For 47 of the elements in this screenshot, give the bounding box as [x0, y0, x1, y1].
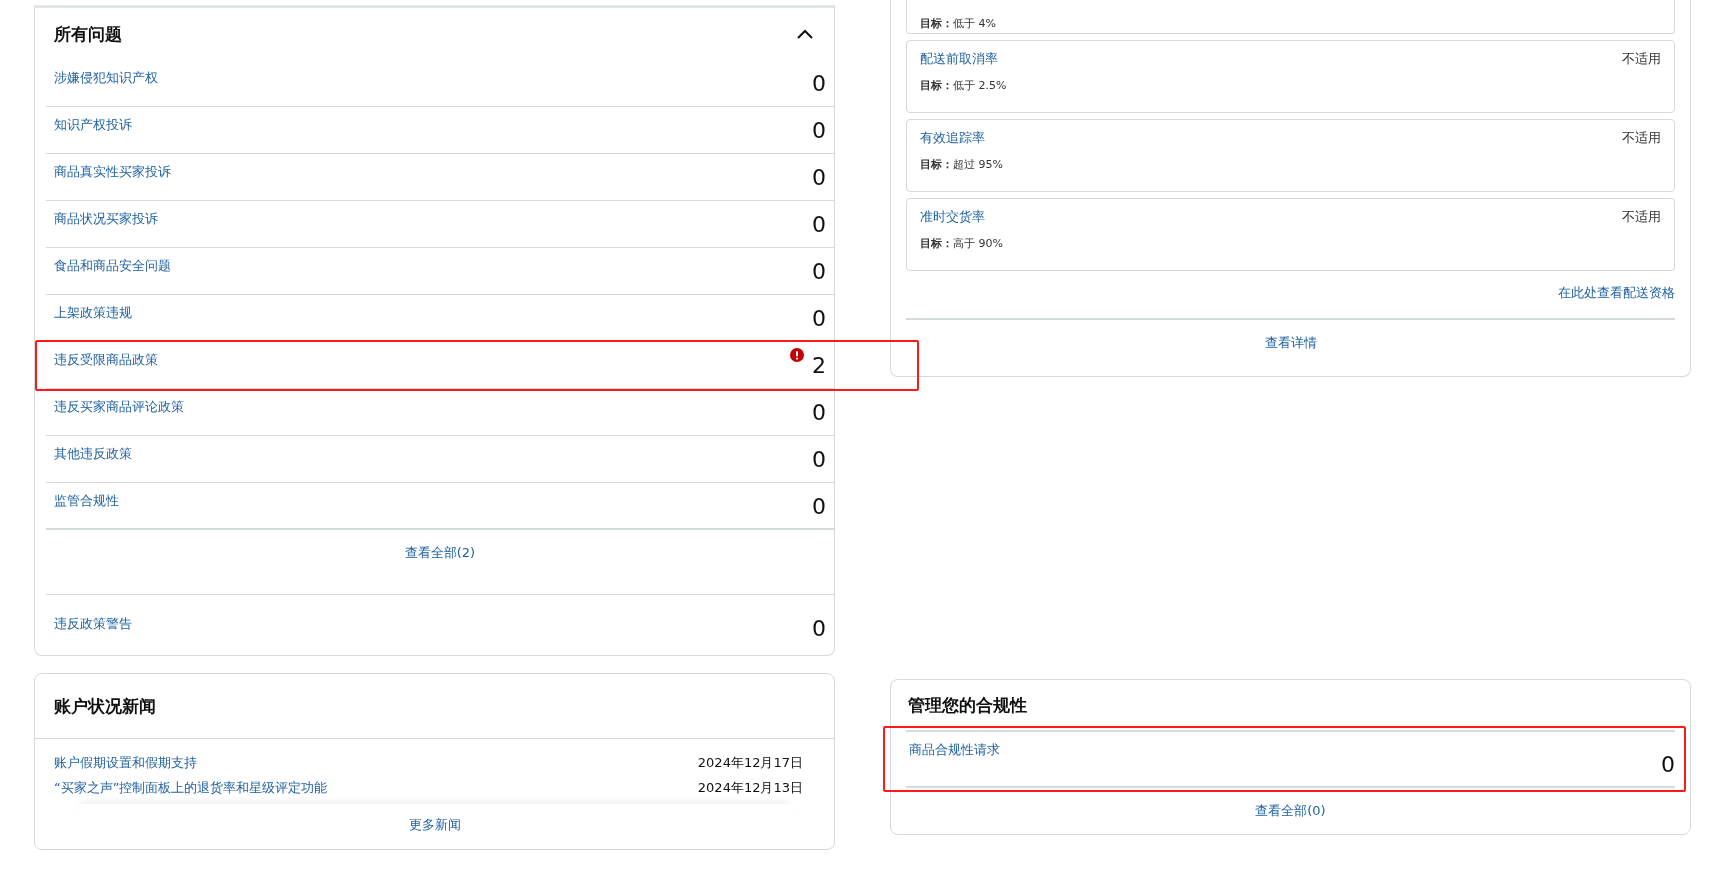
card-title: 所有问题 — [54, 22, 122, 46]
metric-status: 不适用 — [1622, 129, 1661, 147]
issue-count: 0 — [812, 214, 826, 236]
news-link[interactable]: “买家之声”控制面板上的退货率和星级评定功能 — [54, 778, 328, 797]
issue-link[interactable]: 商品真实性买家投诉 — [54, 163, 171, 181]
issue-link[interactable]: 违反买家商品评论政策 — [54, 398, 184, 416]
metric-target: 目标：低于 2.5% — [920, 79, 1007, 92]
issue-link[interactable]: 违反受限商品政策 — [54, 351, 158, 369]
more-news-link[interactable]: 更多新闻 — [408, 817, 461, 832]
view-all-link[interactable]: 查看全部(0) — [1255, 803, 1326, 818]
compliance-count: 0 — [1661, 754, 1675, 776]
metric-status: 不适用 — [1622, 50, 1661, 68]
issue-count: 0 — [812, 618, 826, 640]
compliance-link[interactable]: 商品合规性请求 — [909, 741, 1000, 759]
card-title: 管理您的合规性 — [908, 693, 1027, 717]
issue-count: 0 — [812, 120, 826, 142]
news-link[interactable]: 账户假期设置和假期支持 — [54, 753, 197, 772]
news-date: 2024年12月13日 — [697, 778, 803, 797]
issue-link[interactable]: 违反政策警告 — [54, 615, 132, 633]
issue-link[interactable]: 知识产权投诉 — [54, 116, 132, 134]
issue-link[interactable]: 上架政策违规 — [54, 304, 132, 322]
issue-count: 0 — [812, 73, 826, 95]
issue-link[interactable]: 商品状况买家投诉 — [54, 210, 158, 228]
issue-count: 0 — [812, 261, 826, 283]
metric-link[interactable]: 准时交货率 — [920, 208, 985, 226]
news-date: 2024年12月17日 — [697, 753, 803, 772]
metric-link[interactable]: 配送前取消率 — [920, 50, 998, 68]
issue-count: 0 — [812, 308, 826, 330]
eligibility-link[interactable]: 在此处查看配送资格 — [1558, 285, 1675, 300]
issue-count: 0 — [812, 402, 826, 424]
issue-link[interactable]: 监管合规性 — [54, 492, 119, 510]
view-details-link[interactable]: 查看详情 — [1264, 335, 1317, 350]
metric-status: 不适用 — [1622, 208, 1661, 226]
chevron-icon[interactable] — [797, 29, 813, 39]
metric-target: 目标：低于 4% — [920, 17, 996, 30]
issue-count: 0 — [812, 449, 826, 471]
card-title: 账户状况新闻 — [54, 694, 156, 718]
issue-count: 0 — [812, 167, 826, 189]
issue-link[interactable]: 食品和商品安全问题 — [54, 257, 171, 275]
metric-link[interactable]: 有效追踪率 — [920, 129, 985, 147]
issue-count: 2 — [812, 355, 826, 377]
issue-count: 0 — [812, 496, 826, 518]
issue-link[interactable]: 其他违反政策 — [54, 445, 132, 463]
metric-target: 目标：高于 90% — [920, 237, 1003, 250]
metric-target: 目标：超过 95% — [920, 158, 1003, 171]
view-all-link[interactable]: 查看全部(2) — [404, 545, 476, 560]
issue-link[interactable]: 涉嫌侵犯知识产权 — [54, 69, 158, 87]
